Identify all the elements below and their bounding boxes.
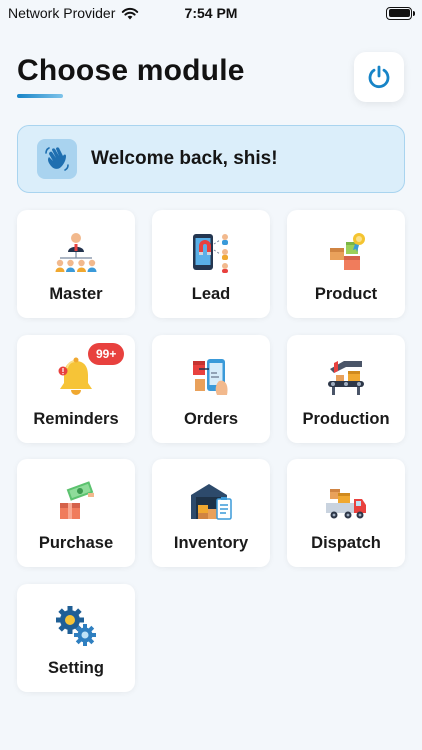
module-orders[interactable]: Orders (152, 335, 270, 443)
lead-magnet-icon (189, 230, 233, 274)
module-label: Inventory (173, 534, 249, 552)
module-label: Orders (183, 410, 239, 428)
module-product[interactable]: Product (287, 210, 405, 318)
team-hierarchy-icon (54, 230, 98, 274)
status-left: Network Provider (8, 5, 139, 21)
welcome-banner: Welcome back, shis! (17, 125, 405, 193)
delivery-truck-icon (324, 479, 368, 523)
module-reminders[interactable]: 99+ Reminders (17, 335, 135, 443)
cash-box-icon (54, 479, 98, 523)
wave-hand-icon (37, 139, 77, 179)
module-dispatch[interactable]: Dispatch (287, 459, 405, 567)
title-underline (17, 94, 63, 98)
page-title: Choose module (17, 54, 245, 87)
module-production[interactable]: Production (287, 335, 405, 443)
module-label: Setting (48, 659, 104, 677)
module-label: Purchase (38, 534, 114, 552)
power-icon (368, 65, 390, 89)
order-phone-icon (189, 355, 233, 399)
module-label: Product (314, 285, 378, 303)
module-purchase[interactable]: Purchase (17, 459, 135, 567)
conveyor-icon (324, 355, 368, 399)
carrier-label: Network Provider (8, 5, 116, 21)
module-master[interactable]: Master (17, 210, 135, 318)
module-setting[interactable]: Setting (17, 584, 135, 692)
product-boxes-icon (324, 230, 368, 274)
module-grid: Master Lead Product 99+ Reminders Orders… (17, 210, 405, 692)
battery-icon (386, 6, 415, 20)
module-lead[interactable]: Lead (152, 210, 270, 318)
status-bar: Network Provider 7:54 PM (0, 0, 422, 26)
module-inventory[interactable]: Inventory (152, 459, 270, 567)
module-label: Master (49, 285, 103, 303)
welcome-text: Welcome back, shis! (91, 148, 278, 169)
module-label: Reminders (33, 410, 119, 428)
wifi-icon (122, 7, 139, 19)
notification-badge: 99+ (88, 343, 125, 365)
module-label: Dispatch (311, 534, 381, 552)
warehouse-icon (189, 479, 233, 523)
gears-icon (54, 604, 98, 648)
module-label: Lead (191, 285, 231, 303)
logout-button[interactable] (354, 52, 404, 102)
module-label: Production (302, 410, 390, 428)
